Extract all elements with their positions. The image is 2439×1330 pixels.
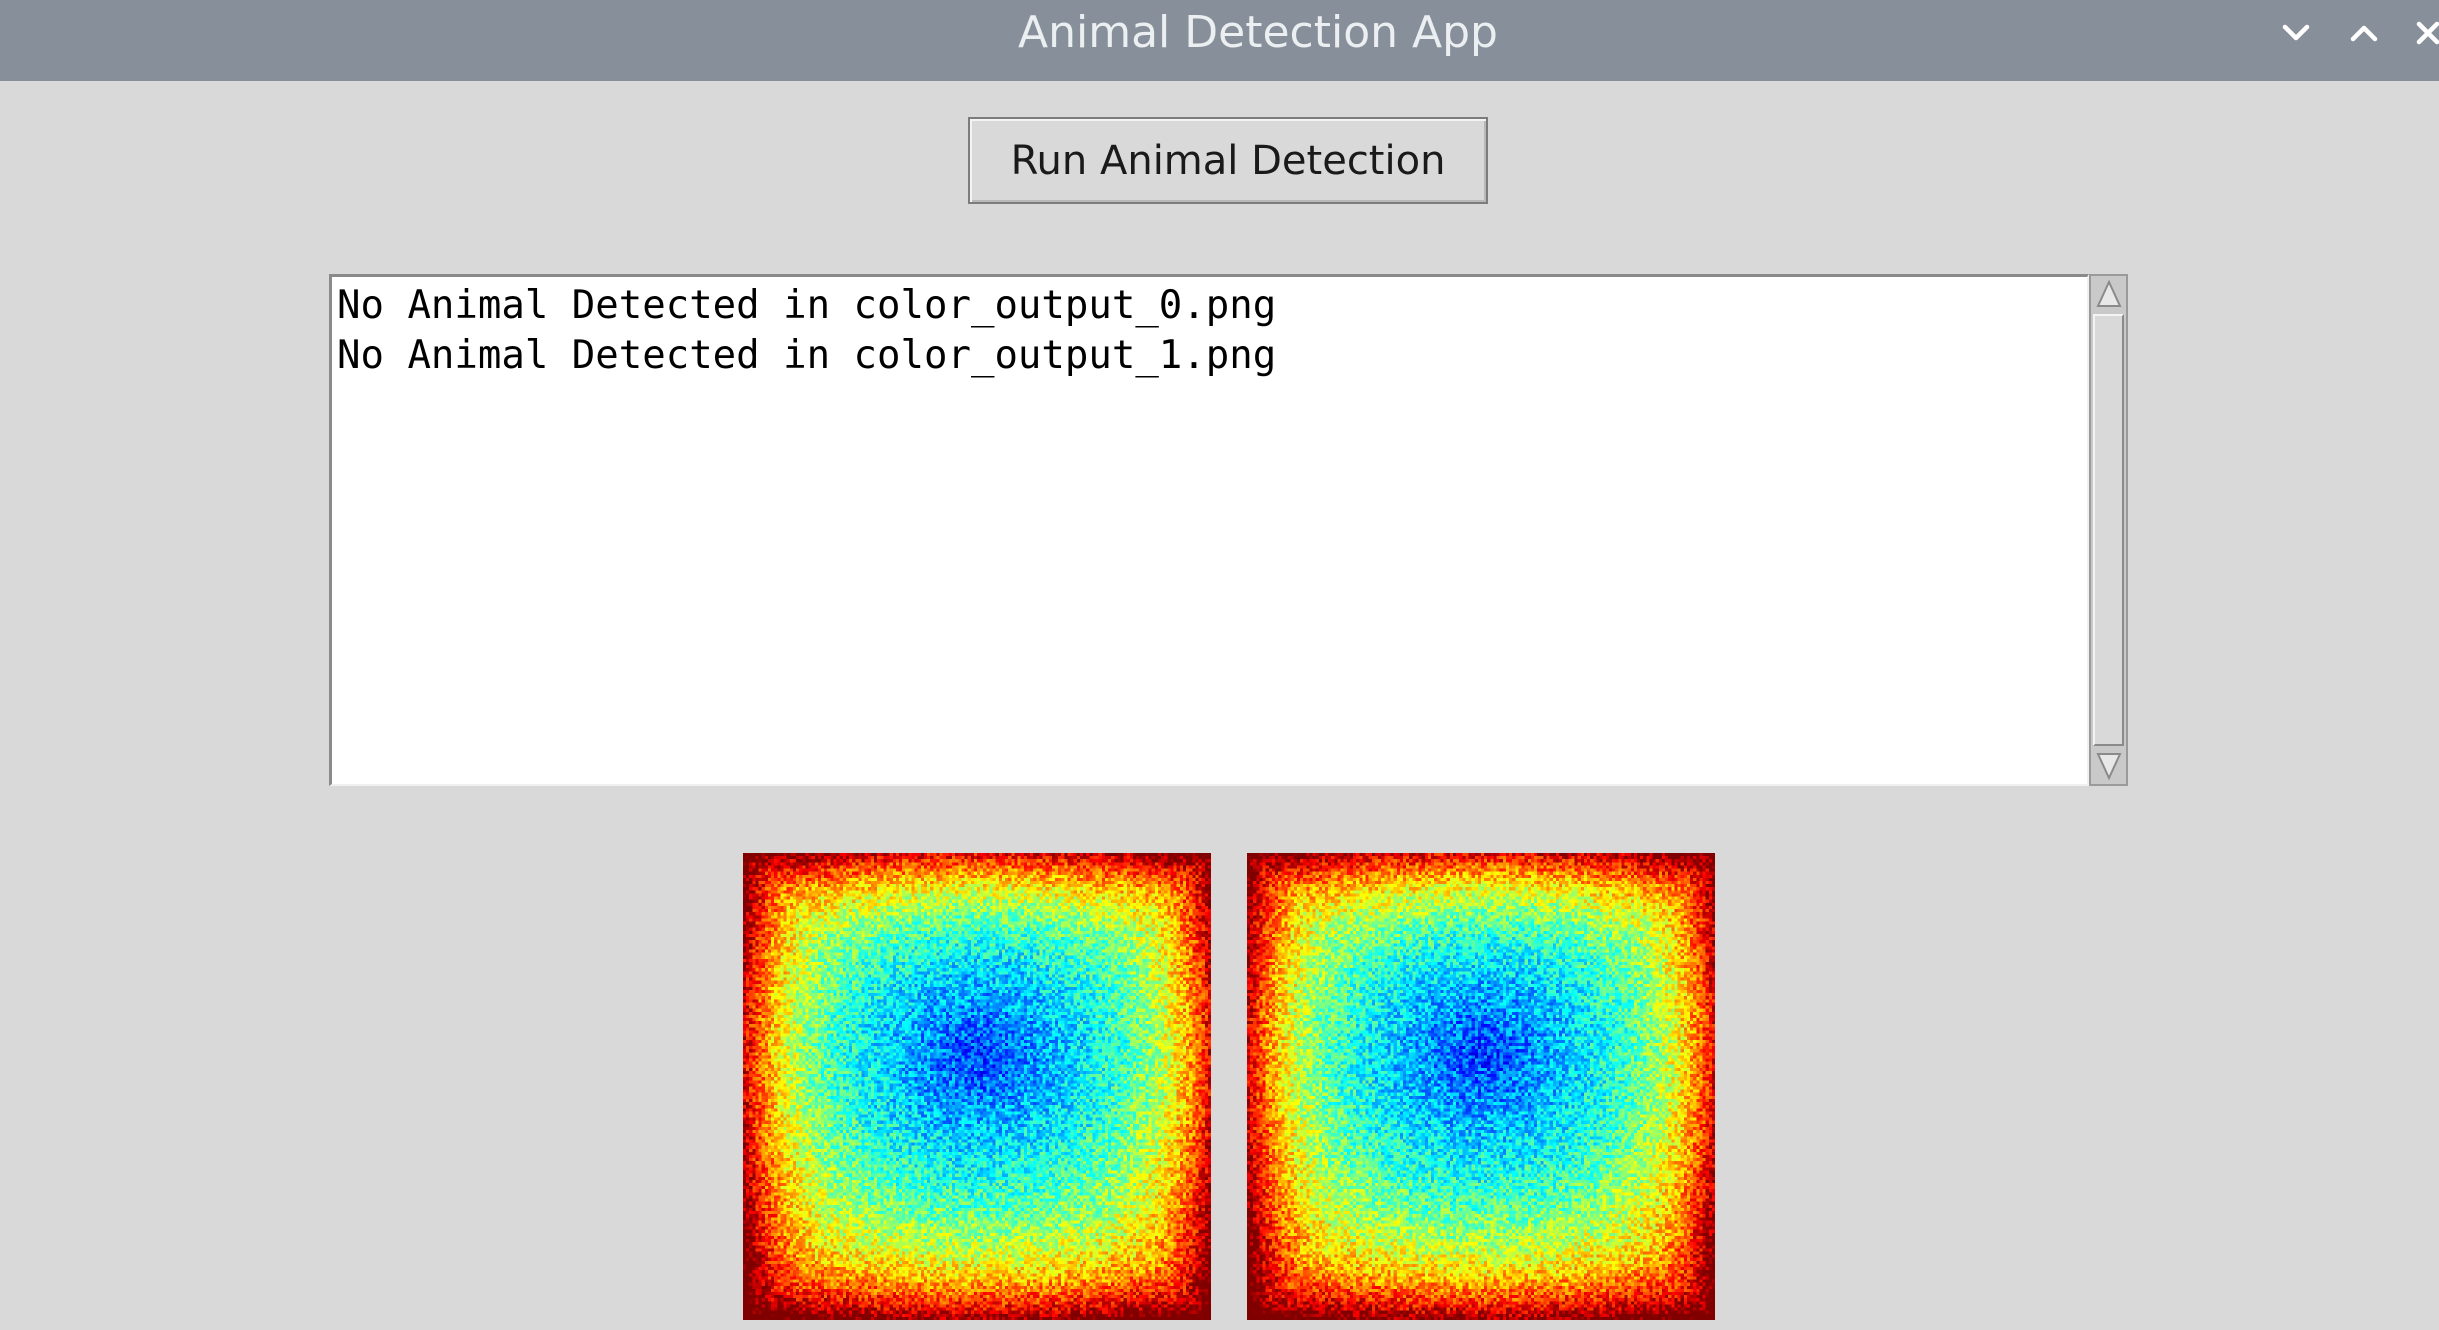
close-button[interactable] [2400,8,2439,58]
window-title: Animal Detection App [1018,7,1498,58]
scroll-up-button[interactable] [2093,277,2124,311]
chevron-down-icon [2282,24,2310,41]
app-window: Animal Detection App Run Animal Detectio… [0,0,2439,1330]
output-image-1 [1247,853,1715,1320]
log-line: No Animal Detected in color_output_1.png [337,333,1277,378]
maximize-button[interactable] [2336,8,2392,58]
scroll-down-button[interactable] [2093,749,2124,783]
scroll-thumb[interactable] [2093,314,2124,746]
chevron-up-icon [2350,25,2378,42]
log-scrollbar[interactable] [2089,274,2128,786]
run-animal-detection-button[interactable]: Run Animal Detection [968,117,1488,204]
triangle-up-icon [2095,279,2122,307]
triangle-down-icon [2095,753,2122,781]
minimize-button[interactable] [2268,8,2324,58]
close-icon [2416,21,2439,45]
log-line: No Animal Detected in color_output_0.png [337,283,1277,328]
output-image-0 [743,853,1211,1320]
title-bar[interactable]: Animal Detection App [0,0,2439,81]
log-lines: No Animal Detected in color_output_0.png… [332,277,2087,381]
detection-log-textbox[interactable]: No Animal Detected in color_output_0.png… [329,274,2089,786]
